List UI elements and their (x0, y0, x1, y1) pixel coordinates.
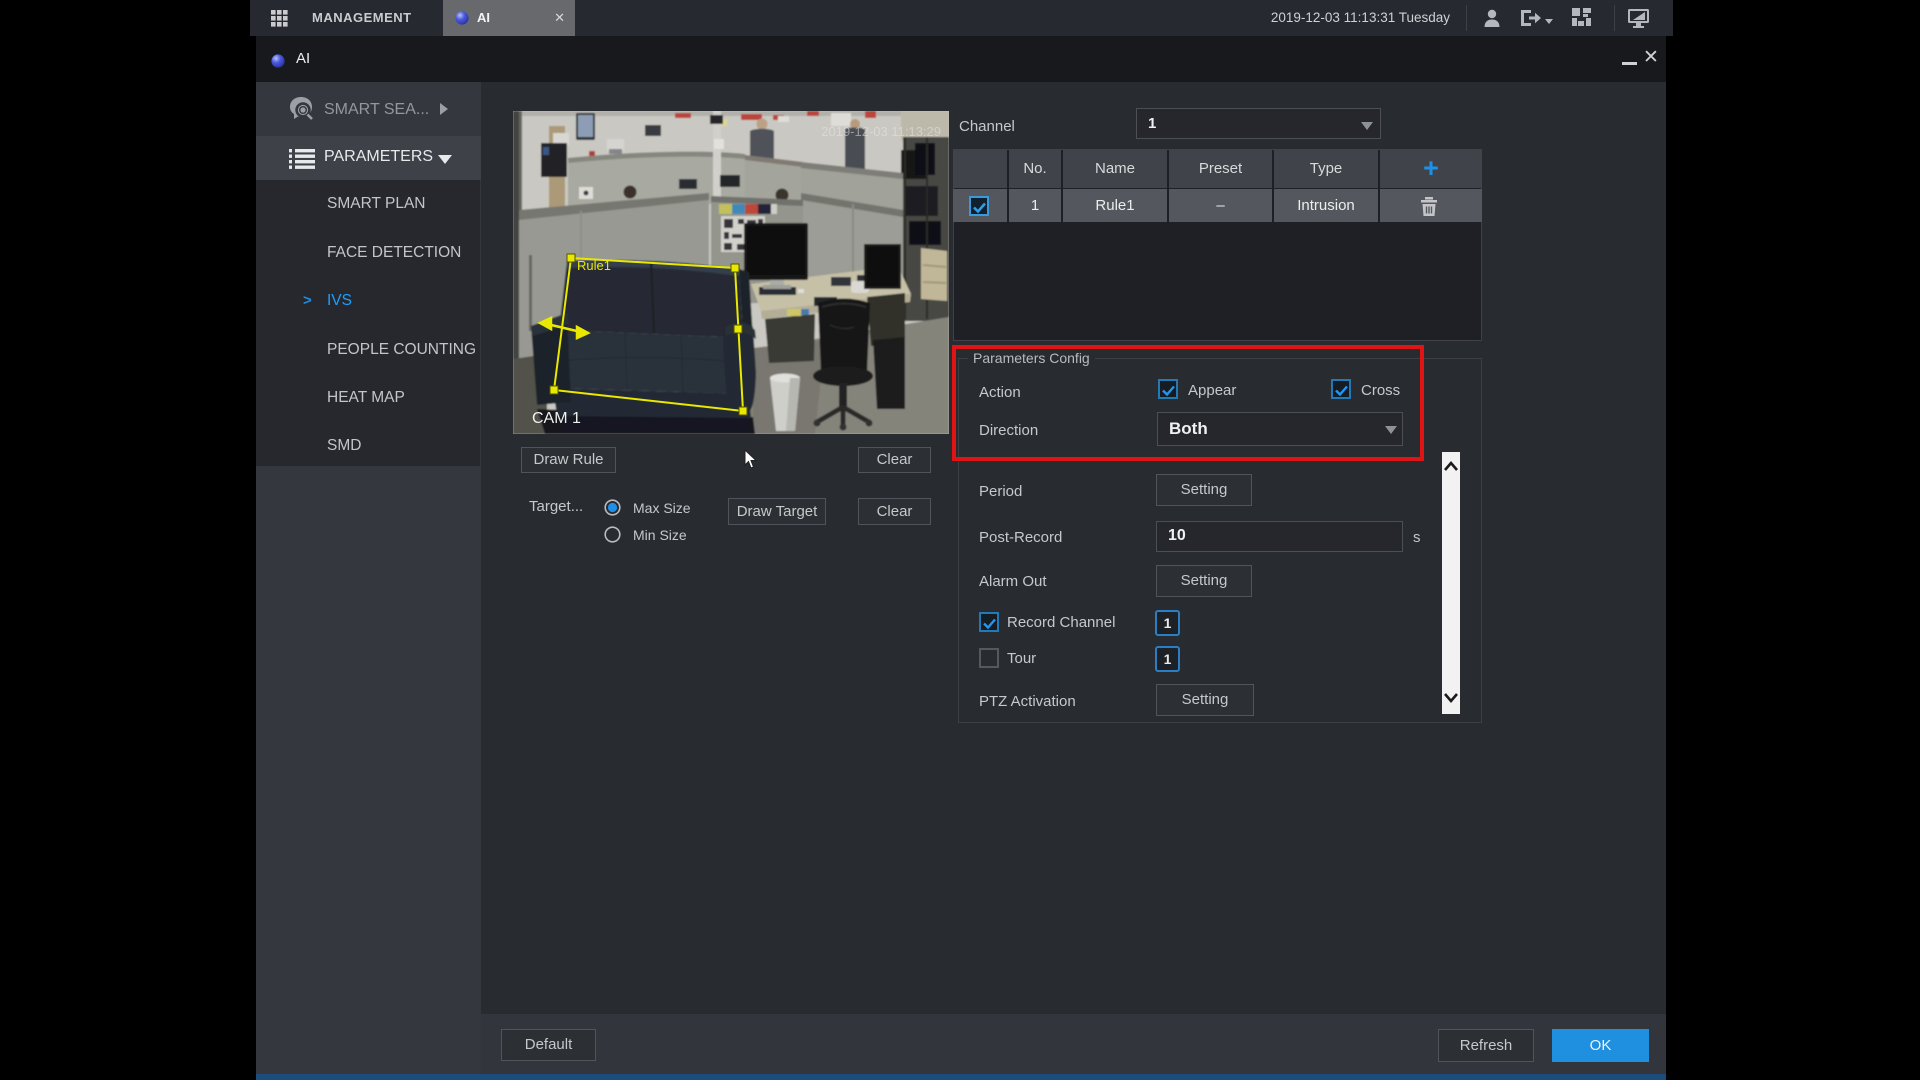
svg-text:2019-12-03 11:13:29: 2019-12-03 11:13:29 (821, 124, 941, 139)
svg-text:Rule1: Rule1 (577, 258, 611, 273)
svg-text:CAM 1: CAM 1 (532, 410, 581, 427)
